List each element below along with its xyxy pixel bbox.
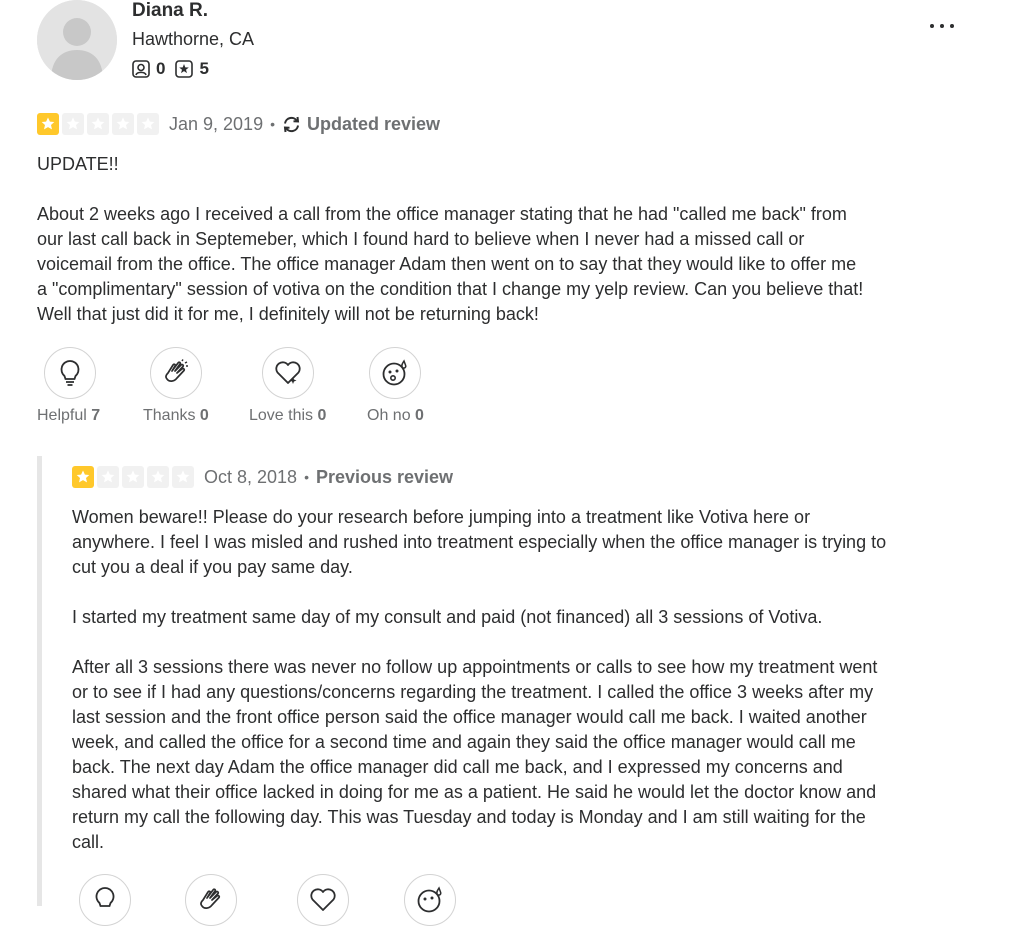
review-paragraph: Women beware!! Please do your research b… [72,507,887,577]
separator-dot: • [304,469,309,485]
current-review-text: UPDATE!! About 2 weeks ago I received a … [37,152,867,327]
current-review-rating-row: Jan 9, 2019 • Updated review [37,113,440,135]
star-icon [112,113,134,135]
star-icon [72,466,94,488]
user-location: Hawthorne, CA [132,29,255,49]
love-this-button[interactable] [297,874,349,926]
review-date: Oct 8, 2018 [204,466,298,487]
helpful-button[interactable] [79,874,131,926]
friends-count: 0 [156,59,166,78]
updated-review-tag[interactable]: Updated review [282,114,440,135]
lightbulb-icon [95,887,115,907]
star-icon [172,466,194,488]
star-icon [87,113,109,135]
clapping-hands-icon [165,359,188,382]
star-icon [147,466,169,488]
star-icon [137,113,159,135]
review-paragraph: After all 3 sessions there was never no … [72,657,878,852]
reviews-stat: 5 [175,59,209,79]
avatar[interactable] [37,0,117,80]
user-stats: 0 5 [132,59,219,79]
more-options-icon[interactable] [928,12,958,38]
previous-review-tag: Previous review [315,466,454,487]
heart-icon [310,888,336,911]
love-this-label: Love this 0 [249,407,327,424]
thanks-label: Thanks 0 [143,407,209,424]
friends-icon [132,60,150,78]
star-rating [37,113,162,135]
default-avatar-icon [37,0,117,80]
friends-stat: 0 [132,59,165,79]
separator-dot: • [270,116,275,132]
review-date: Jan 9, 2019 [169,113,264,134]
previous-review-rating-row: Oct 8, 2018 • Previous review [72,466,453,488]
thanks-button[interactable] [150,347,202,399]
surprised-face-icon [417,886,442,913]
helpful-button[interactable] [44,347,96,399]
surprised-face-icon [382,359,407,386]
review-paragraph: UPDATE!! [37,154,119,174]
previous-review-text: Women beware!! Please do your research b… [72,505,897,855]
star-icon [97,466,119,488]
star-icon [62,113,84,135]
refresh-icon [283,116,300,132]
star-icon [122,466,144,488]
heart-icon [275,361,301,384]
reviews-count: 5 [199,59,209,78]
star-icon [37,113,59,135]
helpful-label: Helpful 7 [37,407,101,424]
previous-review-divider [37,456,42,906]
updated-review-label: Updated review [306,113,441,134]
oh-no-label: Oh no 0 [367,407,424,424]
star-rating [72,466,197,488]
lightbulb-icon [60,360,80,386]
review-star-icon [175,60,194,78]
user-name[interactable]: Diana R. [132,0,208,22]
thanks-button[interactable] [185,874,237,926]
review-paragraph: I started my treatment same day of my co… [72,607,823,627]
review-paragraph: About 2 weeks ago I received a call from… [37,204,864,324]
love-this-button[interactable] [262,347,314,399]
oh-no-button[interactable] [369,347,421,399]
clapping-hands-icon [200,888,221,909]
oh-no-button[interactable] [404,874,456,926]
